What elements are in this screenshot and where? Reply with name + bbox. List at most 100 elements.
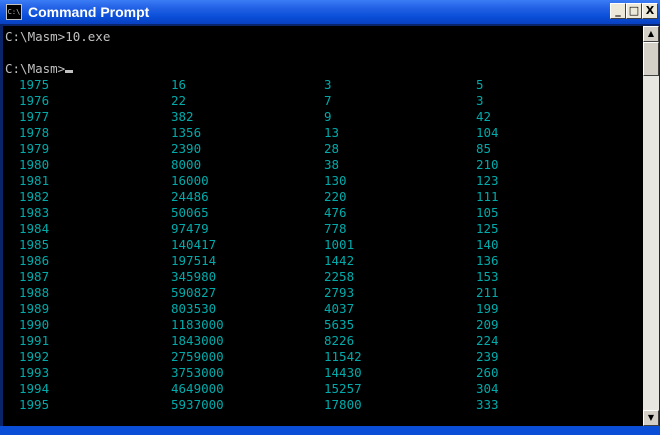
year-cell: 1992: [19, 349, 50, 364]
table-row: 1991 1843000 8226 224: [3, 333, 643, 349]
value-cell-3: 140: [476, 237, 499, 252]
value-cell-1: 16000: [171, 173, 209, 188]
prompt-line: C:\Masm>: [5, 61, 74, 77]
value-cell-3: 125: [476, 221, 499, 236]
value-cell-3: 333: [476, 397, 499, 412]
value-cell-2: 1442: [324, 253, 355, 268]
value-cell-1: 22: [171, 93, 187, 108]
title-bar[interactable]: C:\ Command Prompt _ □ X: [0, 0, 660, 24]
table-row: 1983 50065 476 105: [3, 205, 643, 221]
cmd-icon[interactable]: C:\: [6, 4, 22, 20]
value-cell-3: 304: [476, 381, 499, 396]
value-cell-2: 7: [324, 93, 332, 108]
table-row: 1989 803530 4037 199: [3, 301, 643, 317]
value-cell-1: 3753000: [171, 365, 224, 380]
prompt-text: C:\Masm>: [5, 61, 66, 76]
year-cell: 1991: [19, 333, 50, 348]
value-cell-3: 239: [476, 349, 499, 364]
window-bottom-border: [0, 426, 660, 435]
value-cell-2: 5635: [324, 317, 355, 332]
window-title: Command Prompt: [28, 4, 150, 20]
year-cell: 1988: [19, 285, 50, 300]
value-cell-2: 2793: [324, 285, 355, 300]
value-cell-1: 24486: [171, 189, 209, 204]
year-cell: 1990: [19, 317, 50, 332]
value-cell-3: 136: [476, 253, 499, 268]
table-row: 1981 16000 130 123: [3, 173, 643, 189]
value-cell-2: 778: [324, 221, 347, 236]
value-cell-1: 5937000: [171, 397, 224, 412]
year-cell: 1981: [19, 173, 50, 188]
year-cell: 1978: [19, 125, 50, 140]
year-cell: 1986: [19, 253, 50, 268]
minimize-button[interactable]: _: [610, 3, 626, 19]
table-row: 1976 22 7 3: [3, 93, 643, 109]
value-cell-1: 8000: [171, 157, 202, 172]
value-cell-2: 8226: [324, 333, 355, 348]
value-cell-3: 5: [476, 77, 484, 92]
value-cell-3: 209: [476, 317, 499, 332]
table-row: 1985 140417 1001 140: [3, 237, 643, 253]
table-row: 1990 1183000 5635 209: [3, 317, 643, 333]
value-cell-3: 210: [476, 157, 499, 172]
value-cell-3: 105: [476, 205, 499, 220]
console-output[interactable]: C:\Masm>10.exe C:\Masm> 1975 16 3 5 1976 22 7 3…: [3, 26, 643, 426]
table-row: 1986 197514 1442 136: [3, 253, 643, 269]
table-row: 1984 97479 778 125: [3, 221, 643, 237]
maximize-button[interactable]: □: [626, 3, 642, 19]
scroll-down-arrow-icon[interactable]: ▼: [643, 410, 659, 426]
close-button[interactable]: X: [642, 3, 658, 19]
value-cell-1: 2390: [171, 141, 202, 156]
table-row: 1978 1356 13 104: [3, 125, 643, 141]
value-cell-2: 220: [324, 189, 347, 204]
value-cell-2: 13: [324, 125, 340, 140]
command-prompt-window: C:\ Command Prompt _ □ X C:\Masm>10.exe …: [0, 0, 660, 435]
value-cell-3: 85: [476, 141, 492, 156]
value-cell-1: 1356: [171, 125, 202, 140]
value-cell-2: 15257: [324, 381, 362, 396]
value-cell-2: 11542: [324, 349, 362, 364]
value-cell-1: 140417: [171, 237, 217, 252]
value-cell-2: 4037: [324, 301, 355, 316]
year-cell: 1980: [19, 157, 50, 172]
year-cell: 1987: [19, 269, 50, 284]
table-row: 1994 4649000 15257 304: [3, 381, 643, 397]
year-cell: 1975: [19, 77, 50, 92]
value-cell-1: 382: [171, 109, 194, 124]
year-cell: 1982: [19, 189, 50, 204]
year-cell: 1976: [19, 93, 50, 108]
table-row: 1993 3753000 14430 260: [3, 365, 643, 381]
value-cell-3: 199: [476, 301, 499, 316]
value-cell-1: 345980: [171, 269, 217, 284]
scroll-thumb[interactable]: [643, 42, 659, 76]
value-cell-3: 3: [476, 93, 484, 108]
value-cell-1: 1843000: [171, 333, 224, 348]
table-row: 1977 382 9 42: [3, 109, 643, 125]
value-cell-1: 50065: [171, 205, 209, 220]
value-cell-3: 123: [476, 173, 499, 188]
value-cell-1: 590827: [171, 285, 217, 300]
year-cell: 1979: [19, 141, 50, 156]
value-cell-2: 130: [324, 173, 347, 188]
scroll-up-arrow-icon[interactable]: ▲: [643, 26, 659, 42]
value-cell-1: 1183000: [171, 317, 224, 332]
year-cell: 1995: [19, 397, 50, 412]
value-cell-3: 104: [476, 125, 499, 140]
value-cell-2: 3: [324, 77, 332, 92]
value-cell-1: 16: [171, 77, 187, 92]
vertical-scrollbar[interactable]: ▲ ▼: [643, 26, 659, 426]
value-cell-1: 803530: [171, 301, 217, 316]
value-cell-2: 9: [324, 109, 332, 124]
value-cell-3: 111: [476, 189, 499, 204]
value-cell-3: 153: [476, 269, 499, 284]
value-cell-2: 1001: [324, 237, 355, 252]
value-cell-2: 17800: [324, 397, 362, 412]
value-cell-3: 224: [476, 333, 499, 348]
year-cell: 1993: [19, 365, 50, 380]
table-row: 1982 24486 220 111: [3, 189, 643, 205]
table-row: 1980 8000 38 210: [3, 157, 643, 173]
year-cell: 1984: [19, 221, 50, 236]
table-row: 1979 2390 28 85: [3, 141, 643, 157]
value-cell-2: 476: [324, 205, 347, 220]
value-cell-3: 260: [476, 365, 499, 380]
